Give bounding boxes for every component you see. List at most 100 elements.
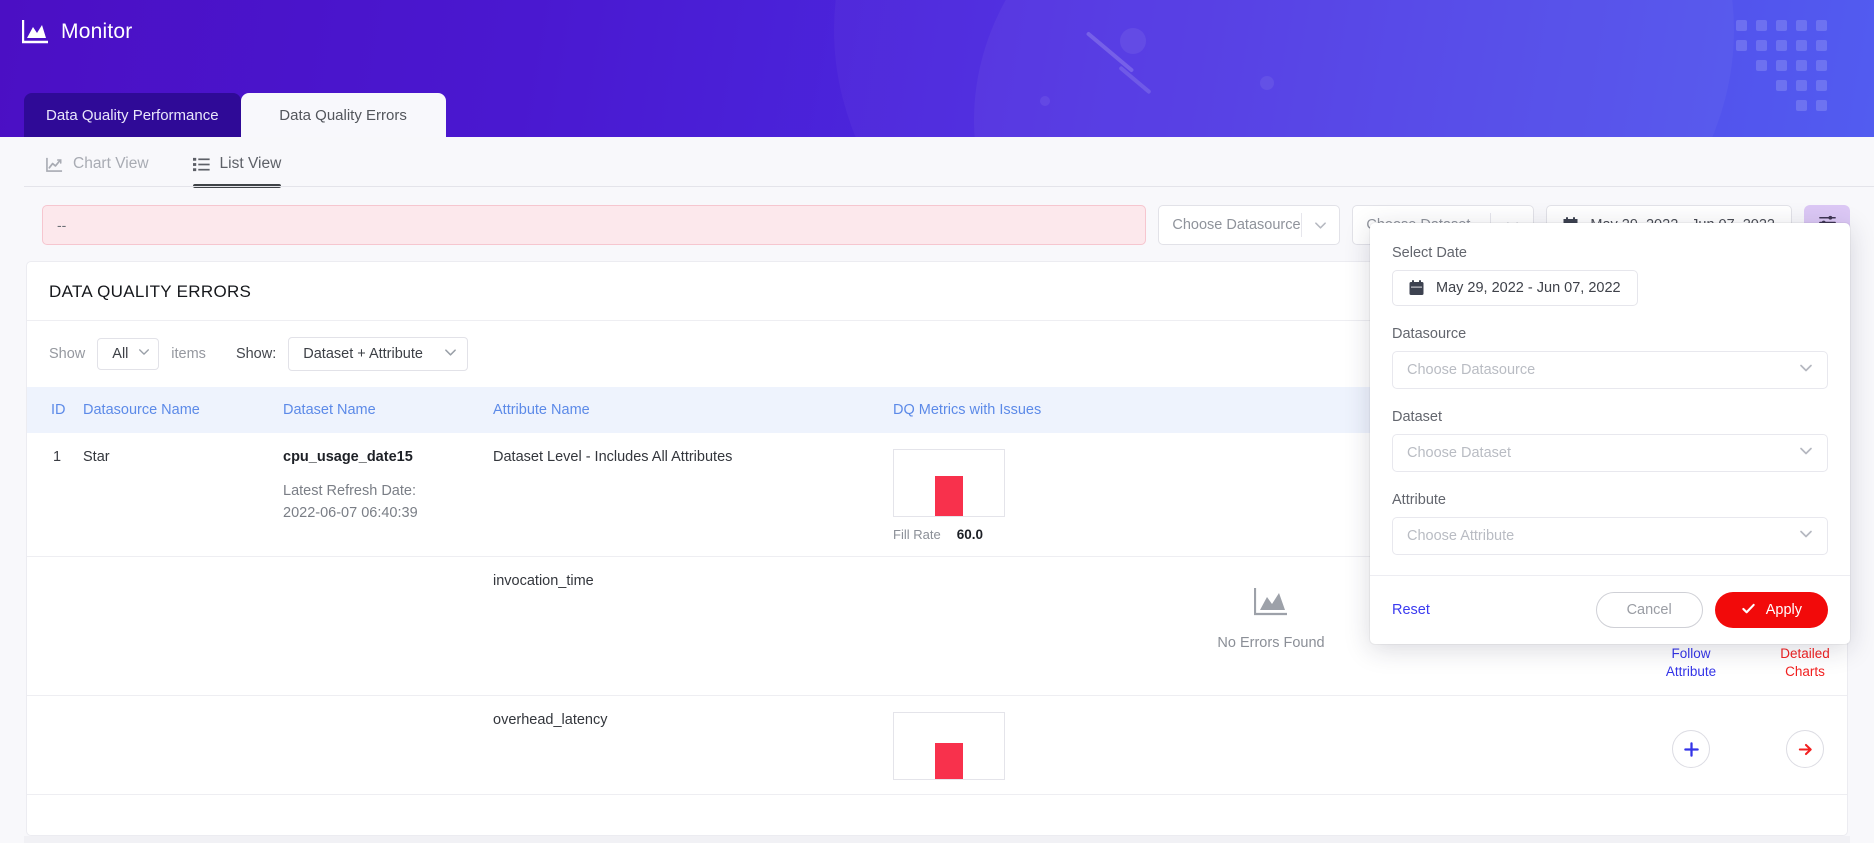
dataset-name: cpu_usage_date15 <box>283 449 493 465</box>
page-body: Chart View List View -- Choose Datasou <box>0 137 1874 843</box>
popover-datasource-label: Datasource <box>1392 326 1828 342</box>
popover-dataset-value: Choose Dataset <box>1407 445 1511 461</box>
row-actions <box>1649 712 1847 768</box>
select-date-label: Select Date <box>1392 245 1828 261</box>
cell-dataset <box>283 557 493 696</box>
main-tabs: Data Quality Performance Data Quality Er… <box>24 93 446 137</box>
header-decor-circle-3 <box>1040 96 1050 106</box>
list-icon <box>193 156 210 173</box>
cell-dq-metrics <box>893 696 1847 795</box>
apply-label: Apply <box>1766 602 1802 618</box>
chevron-down-icon <box>1799 444 1813 462</box>
cell-id: 1 <box>27 433 83 557</box>
calendar-icon <box>1409 280 1424 296</box>
chart-area-icon <box>22 20 48 44</box>
popover-attribute-select[interactable]: Choose Attribute <box>1392 517 1828 555</box>
group-by-select[interactable]: Dataset + Attribute <box>288 337 468 371</box>
cell-attribute: Dataset Level - Includes All Attributes <box>493 433 893 557</box>
view-tab-list-view[interactable]: List View <box>193 155 282 187</box>
metric-mini-chart <box>893 712 1005 780</box>
column-header-attribute-name[interactable]: Attribute Name <box>493 387 893 433</box>
chevron-down-icon <box>138 346 150 362</box>
header-decor-slash-1 <box>1086 31 1135 73</box>
metric-name: Fill Rate <box>893 527 941 542</box>
header-decor-wave-2 <box>834 0 1734 137</box>
cell-id <box>27 557 83 696</box>
header-decor-circle-2 <box>1260 76 1274 90</box>
horizontal-scrollbar[interactable] <box>24 836 1850 843</box>
group-by-value: Dataset + Attribute <box>303 346 423 362</box>
arrow-right-icon <box>1786 730 1824 768</box>
latest-refresh: Latest Refresh Date: 2022-06-07 06:40:39 <box>283 481 493 525</box>
follow-attribute-label: FollowAttribute <box>1666 645 1716 681</box>
line-chart-icon <box>46 156 63 173</box>
cell-id <box>27 696 83 795</box>
latest-refresh-label: Latest Refresh Date: <box>283 481 493 503</box>
page-title: Monitor <box>61 20 132 44</box>
header-decor-slash-2 <box>1118 66 1151 95</box>
cell-attribute: invocation_time <box>493 557 893 696</box>
detailed-charts-label: Detailed Charts <box>1763 645 1847 681</box>
popover-date-range-value: May 29, 2022 - Jun 07, 2022 <box>1436 280 1621 296</box>
view-tab-chart-view[interactable]: Chart View <box>46 155 149 187</box>
reset-button[interactable]: Reset <box>1392 602 1430 618</box>
show-prefix-label: Show <box>49 346 85 362</box>
page-size-select[interactable]: All <box>97 338 159 370</box>
chevron-down-icon <box>444 346 457 363</box>
chevron-down-icon <box>1799 527 1813 545</box>
page-size-value: All <box>112 346 128 362</box>
group-by-label: Show: <box>236 346 276 362</box>
view-tab-label: List View <box>220 155 282 173</box>
column-header-id[interactable]: ID <box>27 387 83 433</box>
check-icon <box>1741 601 1756 620</box>
latest-refresh-value: 2022-06-07 06:40:39 <box>283 503 493 525</box>
apply-button[interactable]: Apply <box>1715 592 1828 628</box>
cell-datasource <box>83 696 283 795</box>
table-row[interactable]: overhead_latency <box>27 696 1847 795</box>
view-tabs-divider <box>24 186 1874 187</box>
header-decor-wave <box>974 0 1874 137</box>
tab-label: Data Quality Performance <box>46 107 219 124</box>
items-suffix-label: items <box>171 346 206 362</box>
no-errors-text: No Errors Found <box>1217 635 1324 651</box>
cell-attribute: overhead_latency <box>493 696 893 795</box>
column-header-datasource-name[interactable]: Datasource Name <box>83 387 283 433</box>
cell-dataset: cpu_usage_date15 Latest Refresh Date: 20… <box>283 433 493 557</box>
popover-attribute-label: Attribute <box>1392 492 1828 508</box>
tab-label: Data Quality Errors <box>279 107 407 124</box>
metric-mini-chart <box>893 449 1005 517</box>
search-input[interactable]: -- <box>42 205 1146 245</box>
filter-popover: Select Date May 29, 2022 - Jun 07, 2022 … <box>1370 223 1850 644</box>
search-input-value: -- <box>57 217 66 233</box>
tab-data-quality-performance[interactable]: Data Quality Performance <box>24 93 241 137</box>
popover-datasource-value: Choose Datasource <box>1407 362 1535 378</box>
cancel-button[interactable]: Cancel <box>1596 592 1703 628</box>
header-decor-circle-1 <box>1120 28 1146 54</box>
datasource-select-value: Choose Datasource <box>1159 217 1300 233</box>
tab-data-quality-errors[interactable]: Data Quality Errors <box>241 93 446 137</box>
brand: Monitor <box>22 20 132 44</box>
cell-datasource <box>83 557 283 696</box>
popover-dataset-label: Dataset <box>1392 409 1828 425</box>
metric-value: 60.0 <box>957 527 983 542</box>
detailed-charts-button[interactable] <box>1763 730 1847 768</box>
popover-datasource-select[interactable]: Choose Datasource <box>1392 351 1828 389</box>
cell-datasource: Star <box>83 433 283 557</box>
view-tab-label: Chart View <box>73 155 149 173</box>
header-decor-dots <box>1736 20 1856 130</box>
chevron-down-icon <box>1799 361 1813 379</box>
metric-bar <box>935 743 963 779</box>
view-tabs: Chart View List View <box>24 137 1850 187</box>
popover-attribute-value: Choose Attribute <box>1407 528 1514 544</box>
filter-popover-footer: Reset Cancel Apply <box>1370 575 1850 644</box>
metric-bar <box>935 476 963 516</box>
popover-dataset-select[interactable]: Choose Dataset <box>1392 434 1828 472</box>
app-header: Monitor Data Quality Performance Data Qu… <box>0 0 1874 137</box>
column-header-dataset-name[interactable]: Dataset Name <box>283 387 493 433</box>
chart-bar-icon <box>1254 587 1288 621</box>
chevron-down-icon <box>1301 219 1339 232</box>
filter-popover-body: Select Date May 29, 2022 - Jun 07, 2022 … <box>1370 223 1850 575</box>
datasource-select[interactable]: Choose Datasource <box>1158 205 1340 245</box>
follow-attribute-button[interactable] <box>1649 730 1733 768</box>
popover-date-range-button[interactable]: May 29, 2022 - Jun 07, 2022 <box>1392 270 1638 306</box>
